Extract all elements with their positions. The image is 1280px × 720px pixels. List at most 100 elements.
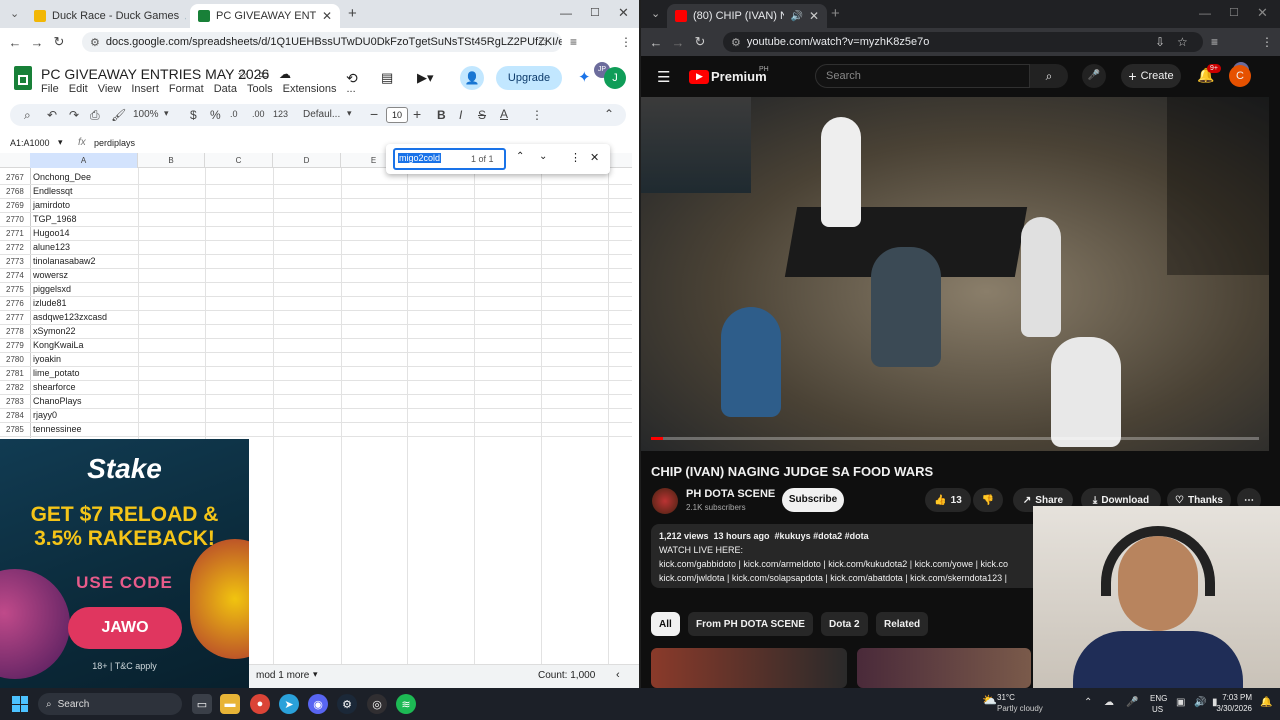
discord-icon[interactable]: ◉: [308, 694, 328, 714]
menu-file[interactable]: File: [41, 83, 59, 95]
row-number[interactable]: 2775: [0, 285, 30, 294]
volume-icon[interactable]: 🔊: [1194, 697, 1206, 708]
menu-insert[interactable]: Insert: [131, 83, 159, 95]
doc-title[interactable]: PC GIVEAWAY ENTRIES MAY 2026: [41, 66, 269, 82]
close-window-icon[interactable]: ✕: [618, 5, 629, 21]
network-icon[interactable]: ▣: [1176, 697, 1185, 708]
chip-dota2[interactable]: Dota 2: [821, 612, 868, 636]
reload-icon[interactable]: ↻: [689, 34, 711, 50]
table-cell[interactable]: piggelsxd: [33, 284, 71, 294]
chrome-icon[interactable]: ●: [250, 694, 270, 714]
currency-icon[interactable]: $: [190, 108, 197, 122]
row-number[interactable]: 2772: [0, 243, 30, 252]
table-cell[interactable]: TGP_1968: [33, 214, 77, 224]
row-number[interactable]: 2768: [0, 187, 30, 196]
back-icon[interactable]: ←: [645, 35, 667, 50]
tab-duck-race[interactable]: Duck Race - Duck Games 🔊 ✕: [26, 4, 186, 28]
extensions-icon[interactable]: ≡: [1211, 35, 1218, 49]
description-box[interactable]: 1,212 views 13 hours ago #kukuys #dota2 …: [651, 524, 1041, 588]
row-number[interactable]: 2783: [0, 397, 30, 406]
table-cell[interactable]: shearforce: [33, 382, 76, 392]
table-cell[interactable]: wowersz: [33, 270, 68, 280]
hamburger-icon[interactable]: ☰: [657, 68, 670, 86]
menu-extensions[interactable]: Extensions: [283, 83, 337, 95]
row-number[interactable]: 2774: [0, 271, 30, 280]
bold-icon[interactable]: B: [437, 108, 446, 122]
column-header-d[interactable]: D: [273, 153, 341, 168]
close-tab-icon[interactable]: ✕: [803, 9, 819, 23]
find-prev-icon[interactable]: ⌃: [516, 151, 524, 162]
find-input[interactable]: migo2cold 1 of 1: [393, 148, 506, 170]
table-cell[interactable]: Hugoo14: [33, 228, 70, 238]
search-button[interactable]: ⌕: [1030, 64, 1068, 88]
table-cell[interactable]: iyoakin: [33, 354, 61, 364]
taskbar-search[interactable]: ⌕ Search: [38, 693, 182, 715]
reload-icon[interactable]: ↻: [48, 34, 70, 50]
star-icon[interactable]: ☆: [237, 67, 249, 83]
speaker-icon[interactable]: 🔊: [185, 11, 186, 22]
video-player[interactable]: [641, 97, 1269, 451]
dislike-button[interactable]: 👎: [973, 488, 1003, 512]
lang-2[interactable]: US: [1152, 705, 1163, 714]
tab-search-icon[interactable]: ⌄: [651, 7, 660, 20]
back-icon[interactable]: ←: [4, 35, 26, 50]
steam-icon[interactable]: ⚙: [337, 694, 357, 714]
percent-icon[interactable]: %: [210, 108, 221, 122]
progress-bar[interactable]: [651, 437, 1259, 440]
install-app-icon[interactable]: ⇩: [1155, 35, 1165, 49]
tab-search-icon[interactable]: ⌄: [10, 7, 19, 20]
row-number[interactable]: 2779: [0, 341, 30, 350]
voice-search-button[interactable]: 🎤: [1082, 64, 1106, 88]
table-cell[interactable]: jamirdoto: [33, 200, 70, 210]
upgrade-button[interactable]: Upgrade: [496, 66, 562, 90]
chip-related[interactable]: Related: [876, 612, 929, 636]
table-cell[interactable]: xSymon22: [33, 326, 76, 336]
table-cell[interactable]: Endlessqt: [33, 186, 73, 196]
table-cell[interactable]: tennessinee: [33, 424, 82, 434]
font-select[interactable]: Defaul...: [303, 109, 340, 120]
channel-avatar[interactable]: C: [1229, 65, 1251, 87]
table-cell[interactable]: rjayy0: [33, 410, 57, 420]
chevron-down-icon[interactable]: ▾: [347, 108, 352, 119]
account-avatar[interactable]: J: [604, 67, 626, 89]
chevron-down-icon[interactable]: ▾: [313, 669, 318, 680]
table-cell[interactable]: asdqwe123zxcasd: [33, 312, 107, 322]
italic-icon[interactable]: I: [459, 108, 462, 122]
collapse-toolbar-icon[interactable]: ⌃: [604, 107, 614, 121]
undo-icon[interactable]: ↶: [47, 108, 57, 122]
extensions-icon[interactable]: ≡: [570, 35, 577, 49]
font-size-input[interactable]: 10: [386, 107, 408, 123]
notifications-icon[interactable]: 🔔: [1260, 697, 1272, 708]
name-box[interactable]: A1:A1000: [10, 138, 50, 148]
row-number[interactable]: 2782: [0, 383, 30, 392]
menu-kebab-icon[interactable]: ⋮: [620, 35, 632, 49]
table-cell[interactable]: Onchong_Dee: [33, 172, 91, 182]
table-cell[interactable]: lime_potato: [33, 368, 80, 378]
row-number[interactable]: 2769: [0, 201, 30, 210]
find-next-icon[interactable]: ⌄: [539, 151, 547, 162]
row-number[interactable]: 2778: [0, 327, 30, 336]
move-folder-icon[interactable]: ▭: [258, 67, 269, 81]
column-header-b[interactable]: B: [138, 153, 205, 168]
column-header-c[interactable]: C: [205, 153, 273, 168]
lang-1[interactable]: ENG: [1150, 694, 1167, 703]
find-close-icon[interactable]: ✕: [590, 151, 599, 164]
redo-icon[interactable]: ↷: [69, 108, 79, 122]
promo-code-button[interactable]: JAWO: [68, 607, 182, 649]
strikethrough-icon[interactable]: S: [478, 108, 486, 122]
row-number[interactable]: 2776: [0, 299, 30, 308]
clock-time[interactable]: 7:03 PM: [1222, 693, 1252, 702]
tray-chevron-icon[interactable]: ⌃: [1084, 697, 1092, 708]
formula-input[interactable]: perdiplays: [94, 138, 135, 148]
related-thumbnail[interactable]: [651, 648, 847, 688]
gemini-icon[interactable]: ✦: [578, 68, 591, 86]
new-tab-icon[interactable]: +: [348, 5, 357, 22]
collapse-side-icon[interactable]: ‹: [616, 669, 620, 681]
subscribe-button[interactable]: Subscribe: [782, 488, 844, 512]
meet-icon[interactable]: ▶▾: [417, 70, 434, 86]
search-menus-icon[interactable]: ⌕: [24, 108, 31, 123]
telegram-icon[interactable]: ➤: [279, 694, 299, 714]
text-color-icon[interactable]: A: [500, 107, 508, 121]
chevron-down-icon[interactable]: ▾: [58, 137, 63, 148]
tray-app-icon[interactable]: ☁: [1104, 697, 1114, 708]
